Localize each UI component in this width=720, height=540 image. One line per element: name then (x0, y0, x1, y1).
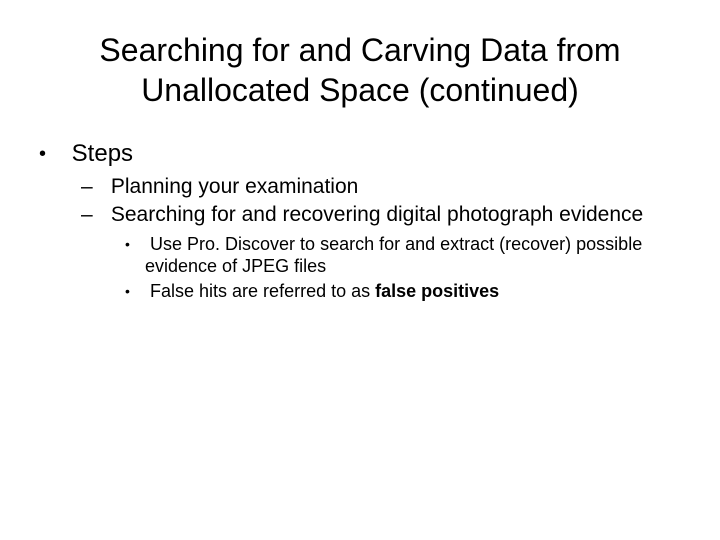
bullet-text: Searching for and recovering digital pho… (111, 203, 643, 226)
list-item: Steps Planning your examination Searchin… (65, 140, 690, 302)
list-item: Planning your examination (105, 174, 690, 200)
bullet-text: Steps (72, 140, 133, 167)
bullet-list-level2: Planning your examination Searching for … (65, 174, 690, 302)
slide: Searching for and Carving Data from Unal… (0, 0, 720, 540)
bullet-text: Use Pro. Discover to search for and extr… (145, 234, 642, 277)
list-item: False hits are referred to as false posi… (145, 280, 690, 303)
list-item: Use Pro. Discover to search for and extr… (145, 233, 690, 278)
bold-term: false positives (375, 281, 499, 301)
bullet-list-level3: Use Pro. Discover to search for and extr… (105, 233, 690, 303)
bullet-text: Planning your examination (111, 175, 359, 198)
slide-title: Searching for and Carving Data from Unal… (60, 30, 660, 110)
bullet-list-level1: Steps Planning your examination Searchin… (30, 140, 690, 302)
bullet-text: False hits are referred to as (150, 281, 375, 301)
list-item: Searching for and recovering digital pho… (105, 202, 690, 302)
